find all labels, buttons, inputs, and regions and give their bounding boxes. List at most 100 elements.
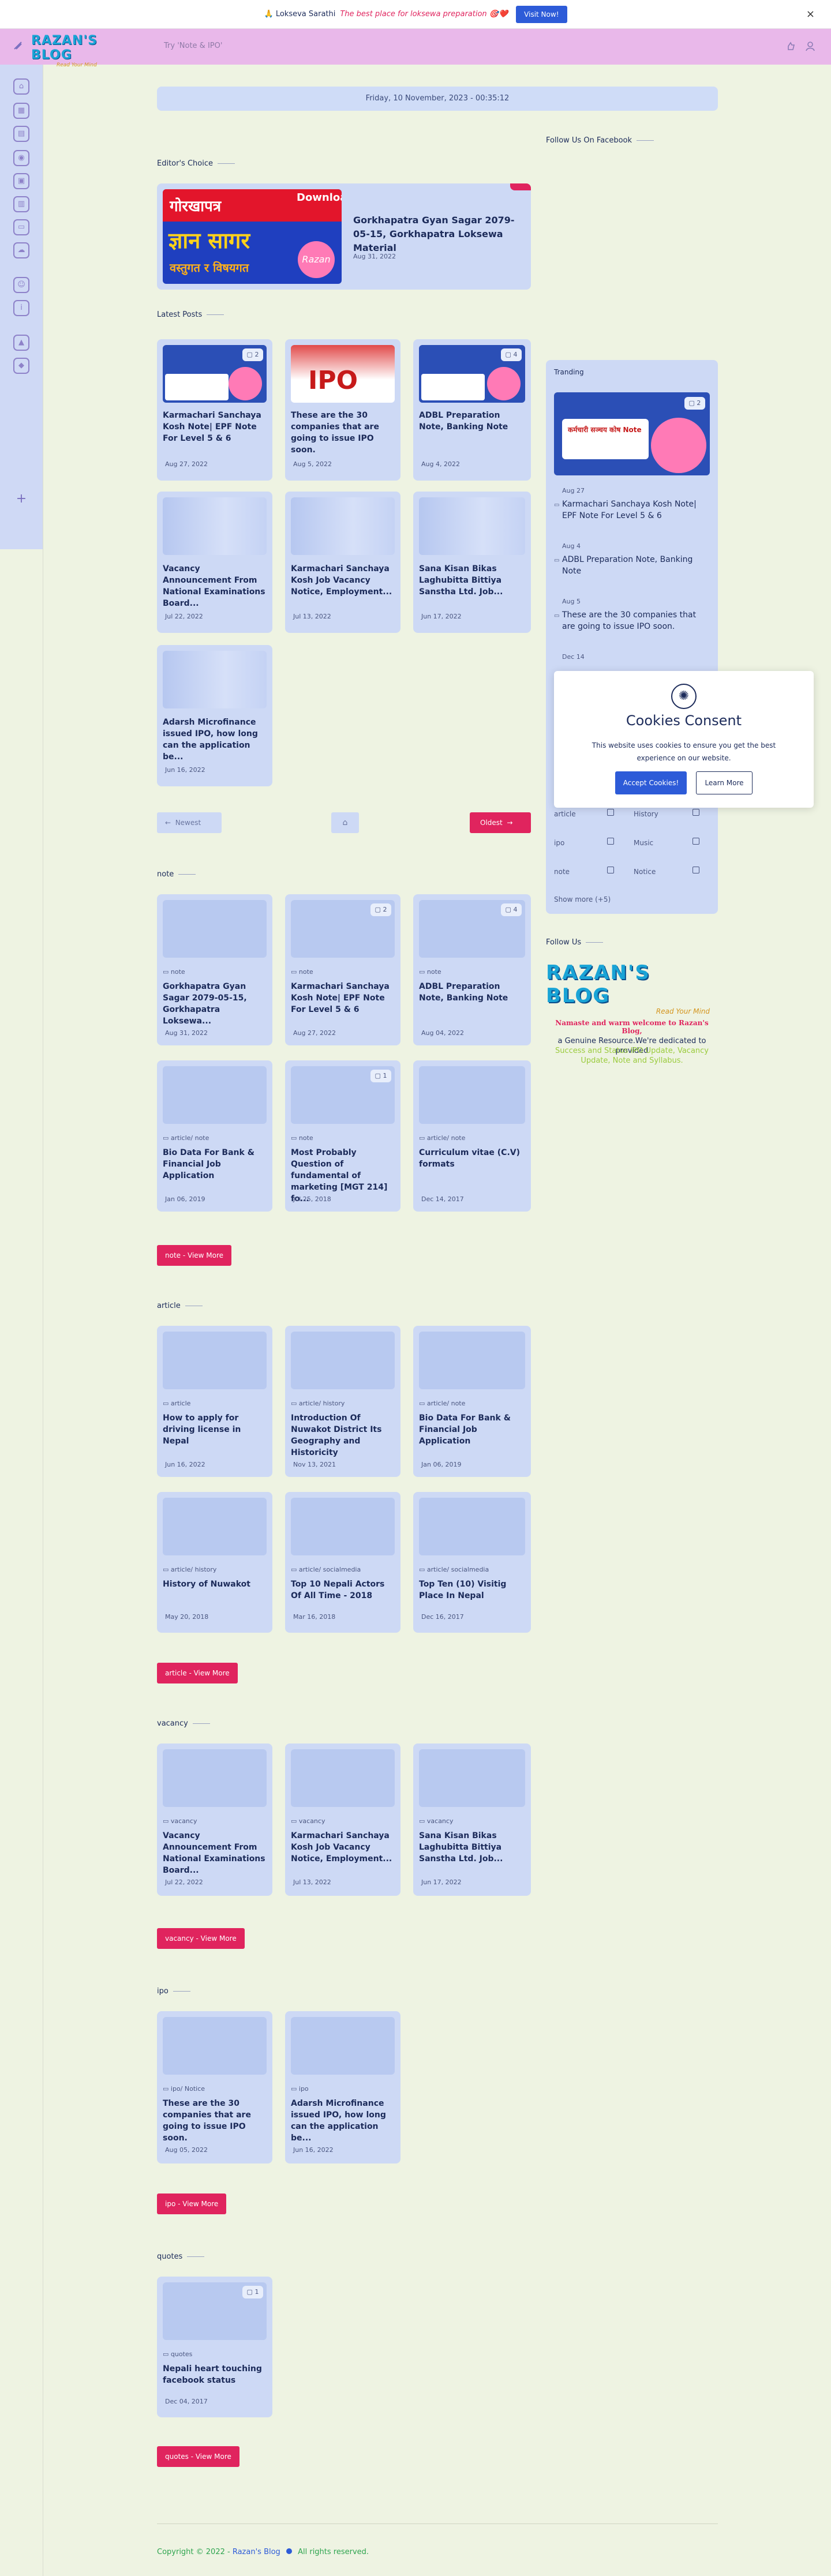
- latest-post-card[interactable]: Karmachari Sanchaya Kosh Job Vacancy Not…: [285, 492, 400, 633]
- post-title[interactable]: Vacancy Announcement From National Exami…: [163, 563, 267, 609]
- post-title[interactable]: Adarsh Microfinance issued IPO, how long…: [291, 2098, 395, 2144]
- shield-icon[interactable]: ◆: [13, 358, 29, 374]
- note-post-card[interactable]: ▭ note Gorkhapatra Gyan Sagar 2079-05-15…: [157, 894, 272, 1045]
- visit-now-button[interactable]: Visit Now!: [516, 5, 567, 23]
- contact-icon[interactable]: ☺: [13, 277, 29, 293]
- note-post-card[interactable]: ▭ article/ note Bio Data For Bank & Fina…: [157, 1060, 272, 1212]
- post-title[interactable]: History of Nuwakot: [163, 1578, 267, 1590]
- quotes-view-more-button[interactable]: quotes - View More: [157, 2446, 239, 2467]
- label-item[interactable]: Notice: [634, 868, 656, 876]
- vacancy-view-more-button[interactable]: vacancy - View More: [157, 1928, 245, 1949]
- post-title[interactable]: Adarsh Microfinance issued IPO, how long…: [163, 717, 267, 763]
- menu-toggle-icon[interactable]: [13, 40, 25, 53]
- post-title[interactable]: Bio Data For Bank & Financial Job Applic…: [419, 1412, 525, 1447]
- post-title[interactable]: ADBL Preparation Note, Banking Note: [419, 410, 525, 433]
- folder-icon[interactable]: ▭: [13, 219, 29, 235]
- add-icon[interactable]: +: [14, 492, 29, 507]
- label-item[interactable]: article: [554, 810, 576, 818]
- search-input[interactable]: Try 'Note & IPO': [164, 42, 222, 50]
- note-post-card[interactable]: ▢ 2 ▭ note Karmachari Sanchaya Kosh Note…: [285, 894, 400, 1045]
- cloud-icon[interactable]: ☁: [13, 242, 29, 258]
- ipo-view-more-button[interactable]: ipo - View More: [157, 2193, 227, 2214]
- close-icon[interactable]: ×: [806, 8, 815, 20]
- learn-more-button[interactable]: Learn More: [696, 771, 753, 794]
- label-checkbox[interactable]: [692, 838, 699, 845]
- vacancy-post-card[interactable]: ▭ vacancy Sana Kisan Bikas Laghubitta Bi…: [413, 1743, 531, 1896]
- post-title[interactable]: Gorkhapatra Gyan Sagar 2079-05-15, Gorkh…: [163, 981, 267, 1027]
- user-icon[interactable]: [803, 40, 817, 54]
- latest-post-card[interactable]: ▢ 4 ADBL Preparation Note, Banking Note …: [413, 339, 531, 481]
- trending-title[interactable]: ADBL Preparation Note, Banking Note: [562, 554, 709, 577]
- post-title[interactable]: These are the 30 companies that are goin…: [291, 410, 395, 456]
- label-item[interactable]: Music: [634, 839, 653, 847]
- accept-cookies-button[interactable]: Accept Cookies!: [615, 771, 687, 794]
- post-title[interactable]: Bio Data For Bank & Financial Job Applic…: [163, 1147, 267, 1182]
- book-icon[interactable]: ▤: [13, 126, 29, 142]
- theme-toggle-icon[interactable]: [784, 40, 798, 54]
- post-title[interactable]: Sana Kisan Bikas Laghubitta Bittiya Sans…: [419, 1830, 525, 1865]
- trending-title[interactable]: These are the 30 companies that are goin…: [562, 609, 709, 632]
- article-post-card[interactable]: ▭ article/ history History of Nuwakot Ma…: [157, 1492, 272, 1633]
- post-title[interactable]: Vacancy Announcement From National Exami…: [163, 1830, 267, 1876]
- article-post-card[interactable]: ▭ article/ socialmedia Top Ten (10) Visi…: [413, 1492, 531, 1633]
- lock-icon[interactable]: ▲: [13, 335, 29, 351]
- post-title[interactable]: How to apply for driving license in Nepa…: [163, 1412, 267, 1447]
- label-item[interactable]: ipo: [554, 839, 564, 847]
- oldest-button[interactable]: Oldest →: [470, 812, 531, 833]
- trending-title[interactable]: Karmachari Sanchaya Kosh Note| EPF Note …: [562, 498, 709, 522]
- post-title[interactable]: Karmachari Sanchaya Kosh Job Vacancy Not…: [291, 563, 395, 598]
- home-icon[interactable]: ⌂: [13, 78, 29, 95]
- label-item[interactable]: History: [634, 810, 658, 818]
- editors-choice-title[interactable]: Gorkhapatra Gyan Sagar 2079-05-15, Gorkh…: [353, 213, 521, 255]
- post-title[interactable]: Curriculum vitae (C.V) formats: [419, 1147, 525, 1170]
- post-title[interactable]: Top Ten (10) Visitig Place In Nepal: [419, 1578, 525, 1602]
- label-checkbox[interactable]: [607, 867, 614, 873]
- latest-post-card[interactable]: ▢ 2 Karmachari Sanchaya Kosh Note| EPF N…: [157, 339, 272, 481]
- note-post-card[interactable]: ▭ article/ note Curriculum vitae (C.V) f…: [413, 1060, 531, 1212]
- ipo-post-card[interactable]: ▭ ipo/ Notice These are the 30 companies…: [157, 2011, 272, 2163]
- ipo-post-card[interactable]: ▭ ipo Adarsh Microfinance issued IPO, ho…: [285, 2011, 400, 2163]
- post-title[interactable]: ADBL Preparation Note, Banking Note: [419, 981, 525, 1004]
- note-post-card[interactable]: ▢ 4 ▭ note ADBL Preparation Note, Bankin…: [413, 894, 531, 1045]
- follow-logo[interactable]: RAZAN'S BLOG Read Your Mind: [546, 961, 718, 1015]
- editors-choice-card[interactable]: गोरखापत्र Download ज्ञान सागर Razan वस्त…: [157, 183, 531, 290]
- latest-post-card[interactable]: IPO These are the 30 companies that are …: [285, 339, 400, 481]
- newest-button[interactable]: ← Newest: [157, 812, 222, 833]
- latest-post-card[interactable]: Vacancy Announcement From National Exami…: [157, 492, 272, 633]
- article-post-card[interactable]: ▭ article How to apply for driving licen…: [157, 1326, 272, 1477]
- article-post-card[interactable]: ▭ article/ note Bio Data For Bank & Fina…: [413, 1326, 531, 1477]
- vacancy-post-card[interactable]: ▭ vacancy Karmachari Sanchaya Kosh Job V…: [285, 1743, 400, 1896]
- site-logo[interactable]: RAZAN'S BLOG Read Your Mind: [31, 33, 123, 68]
- latest-post-card[interactable]: Sana Kisan Bikas Laghubitta Bittiya Sans…: [413, 492, 531, 633]
- label-checkbox[interactable]: [607, 809, 614, 816]
- post-title[interactable]: Karmachari Sanchaya Kosh Note| EPF Note …: [163, 410, 267, 444]
- post-title[interactable]: These are the 30 companies that are goin…: [163, 2098, 267, 2144]
- label-checkbox[interactable]: [692, 867, 699, 873]
- note-view-more-button[interactable]: note - View More: [157, 1245, 232, 1266]
- briefcase-icon[interactable]: ▣: [13, 173, 29, 189]
- info-icon[interactable]: i: [13, 300, 29, 316]
- note-post-card[interactable]: ▢ 1 ▭ note Most Probably Question of fun…: [285, 1060, 400, 1212]
- post-title[interactable]: Karmachari Sanchaya Kosh Job Vacancy Not…: [291, 1830, 395, 1865]
- eye-icon[interactable]: ◉: [13, 150, 29, 166]
- label-item[interactable]: note: [554, 868, 570, 876]
- post-title[interactable]: Top 10 Nepali Actors Of All Time - 2018: [291, 1578, 395, 1602]
- label-checkbox[interactable]: [607, 838, 614, 845]
- latest-post-card[interactable]: Adarsh Microfinance issued IPO, how long…: [157, 645, 272, 786]
- vacancy-post-card[interactable]: ▭ vacancy Vacancy Announcement From Nati…: [157, 1743, 272, 1896]
- article-post-card[interactable]: ▭ article/ history Introduction Of Nuwak…: [285, 1326, 400, 1477]
- post-title[interactable]: Karmachari Sanchaya Kosh Note| EPF Note …: [291, 981, 395, 1015]
- label-checkbox[interactable]: [692, 809, 699, 816]
- post-title[interactable]: Nepali heart touching facebook status: [163, 2363, 267, 2386]
- footer-brand-link[interactable]: Razan's Blog: [233, 2548, 280, 2556]
- gallery-icon[interactable]: ▦: [13, 103, 29, 119]
- article-post-card[interactable]: ▭ article/ socialmedia Top 10 Nepali Act…: [285, 1492, 400, 1633]
- post-title[interactable]: Introduction Of Nuwakot District Its Geo…: [291, 1412, 395, 1458]
- trending-thumbnail[interactable]: कर्मचारी सञ्चय कोष Note ▢ 2: [554, 392, 710, 475]
- show-more-link[interactable]: Show more (+5): [554, 895, 611, 903]
- home-page-icon[interactable]: ⌂: [331, 812, 359, 833]
- calendar-icon[interactable]: ▥: [13, 196, 29, 212]
- post-title[interactable]: Sana Kisan Bikas Laghubitta Bittiya Sans…: [419, 563, 525, 598]
- quotes-post-card[interactable]: ▢ 1 ▭ quotes Nepali heart touching faceb…: [157, 2277, 272, 2417]
- article-view-more-button[interactable]: article - View More: [157, 1663, 238, 1683]
